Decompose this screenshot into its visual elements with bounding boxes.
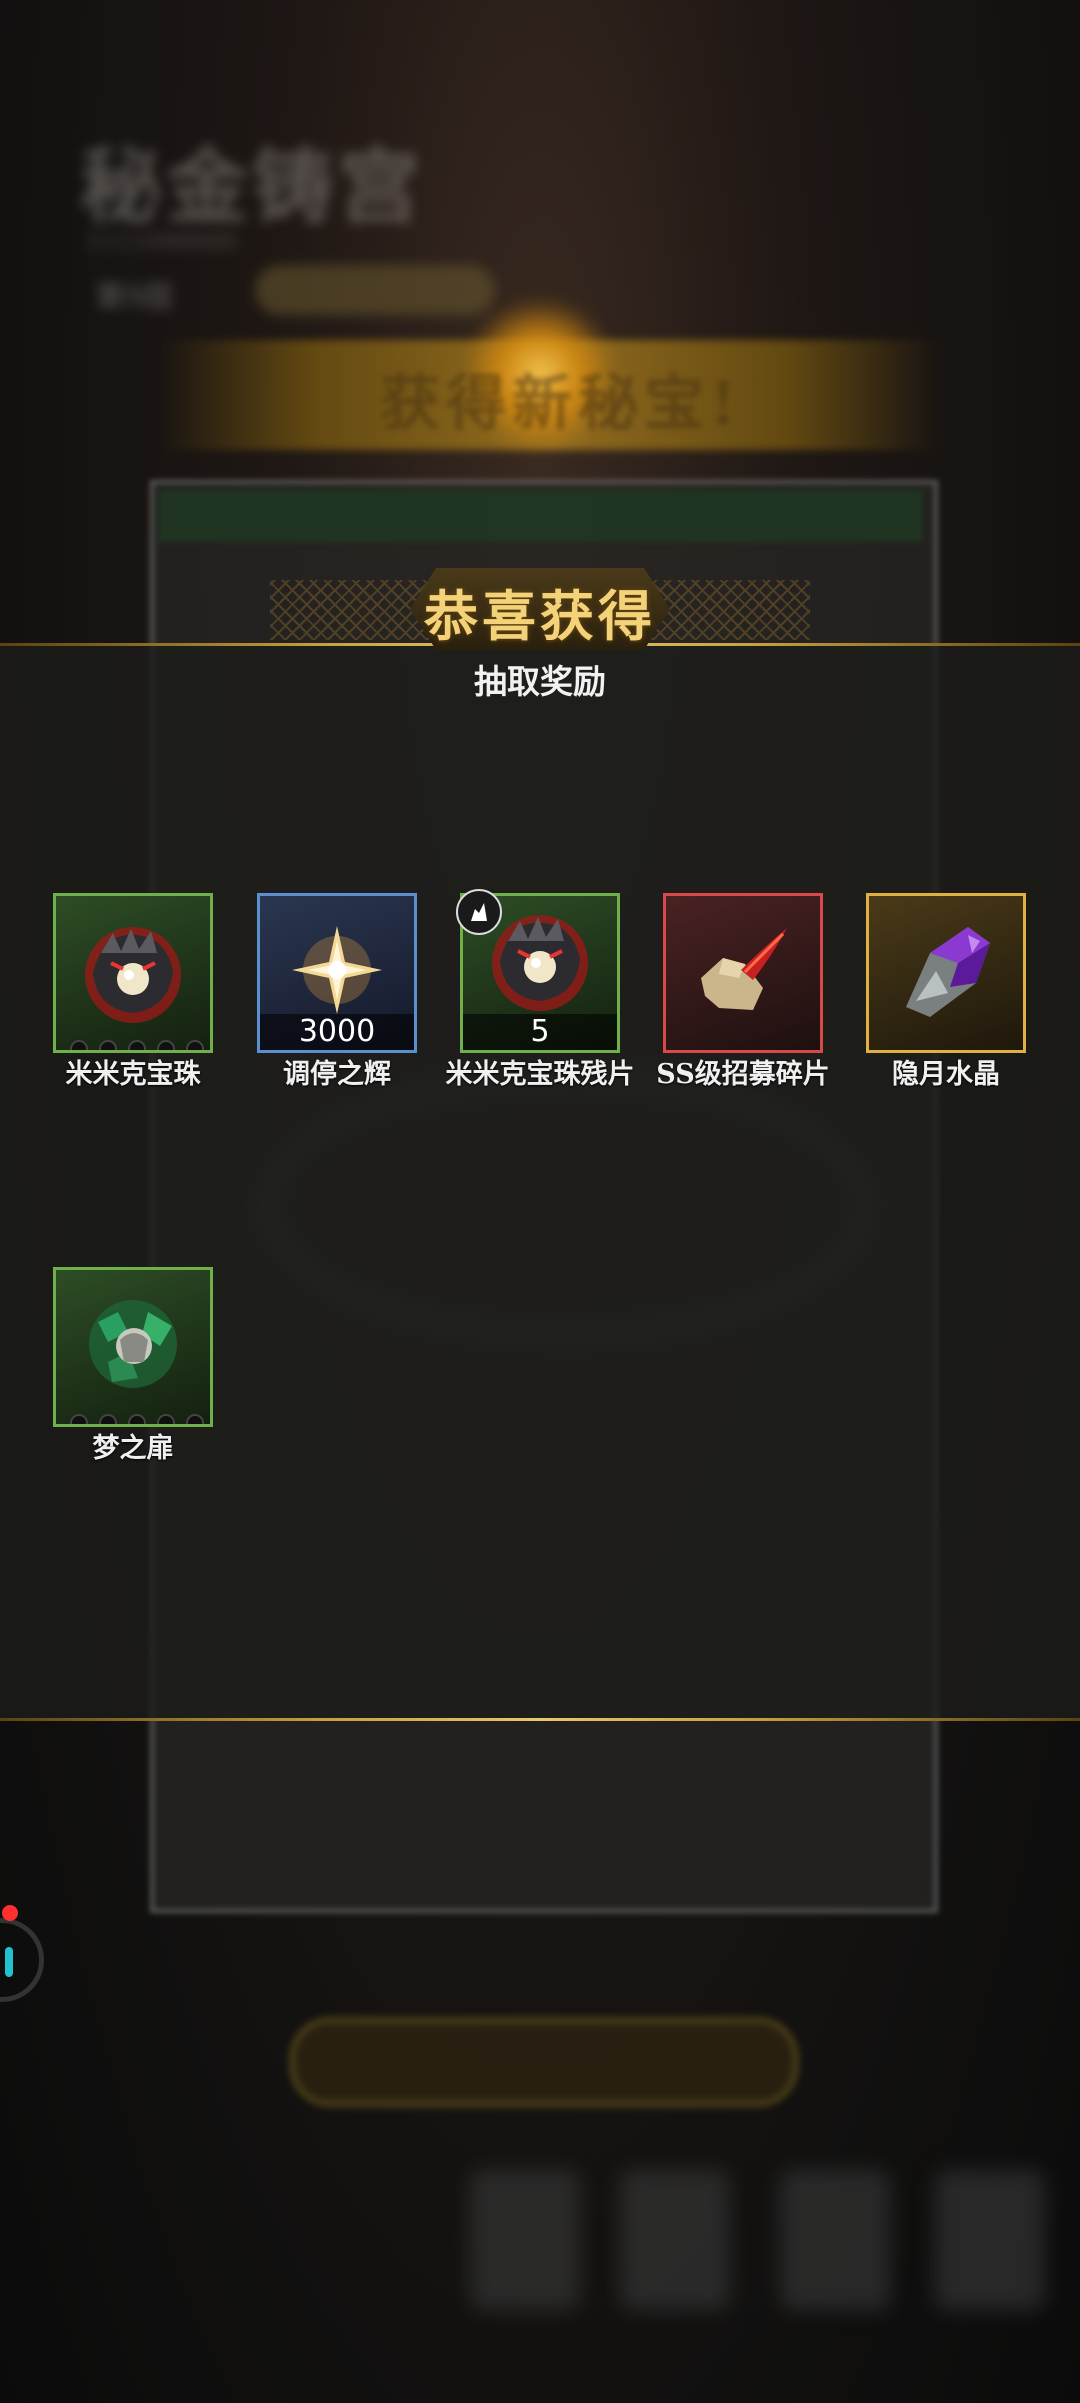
- item-name: 隐月水晶: [892, 1059, 1000, 1090]
- notification-dot: [2, 1905, 18, 1921]
- reward-overlay[interactable]: [0, 645, 1080, 1720]
- item-frame: [663, 893, 823, 1053]
- reward-item[interactable]: 隐月水晶: [866, 893, 1026, 1090]
- item-count: 5: [463, 1014, 617, 1050]
- bg-continue-button: [290, 2018, 798, 2106]
- item-frame: [866, 893, 1026, 1053]
- reward-item[interactable]: 梦之扉: [53, 1267, 213, 1464]
- radiance-star-icon: [292, 926, 382, 1014]
- bg-floor-pill: [255, 265, 495, 315]
- bg-banner-text: 获得新秘宝!: [380, 369, 743, 439]
- dream-door-icon: [89, 1300, 177, 1388]
- bg-nav-item: [620, 2170, 730, 2310]
- moon-crystal-icon: [906, 927, 990, 1017]
- bg-card-header: [158, 490, 923, 542]
- item-count: 3000: [260, 1014, 414, 1050]
- item-frame: [53, 1267, 213, 1427]
- item-name: 米米克宝珠残片: [445, 1059, 635, 1090]
- bg-nav-item: [935, 2170, 1045, 2310]
- fragment-badge-icon: [456, 889, 502, 935]
- reward-subtitle: 抽取奖励: [474, 662, 606, 701]
- reward-item[interactable]: 米米克宝珠: [53, 893, 213, 1090]
- item-name: 米米克宝珠: [65, 1059, 201, 1090]
- bg-page-title: 秘金铸宫: [80, 139, 425, 235]
- mimic-orb-icon: [85, 927, 181, 1023]
- bg-floor-label: 第9层: [95, 280, 175, 315]
- star-dots: [70, 1040, 204, 1050]
- item-frame: [53, 893, 213, 1053]
- item-frame: 3000: [257, 893, 417, 1053]
- reward-item[interactable]: 5 米米克宝珠残片: [446, 889, 635, 1090]
- reward-item[interactable]: SS级招募碎片: [656, 893, 830, 1090]
- bg-nav-item: [780, 2170, 890, 2310]
- item-name: 梦之扉: [92, 1433, 174, 1464]
- recruit-fragment-icon: [701, 928, 787, 1010]
- reward-item[interactable]: 3000 调停之辉: [257, 893, 417, 1090]
- star-dots: [70, 1414, 204, 1424]
- bg-page-subtitle: 1111090000: [85, 228, 238, 256]
- reward-title: 恭喜获得: [424, 584, 656, 648]
- bg-nav-item: [470, 2170, 580, 2310]
- overlay-bottom-border: [0, 1718, 1080, 1721]
- item-name: 调停之辉: [283, 1059, 391, 1090]
- item-name: SS级招募碎片: [656, 1059, 830, 1090]
